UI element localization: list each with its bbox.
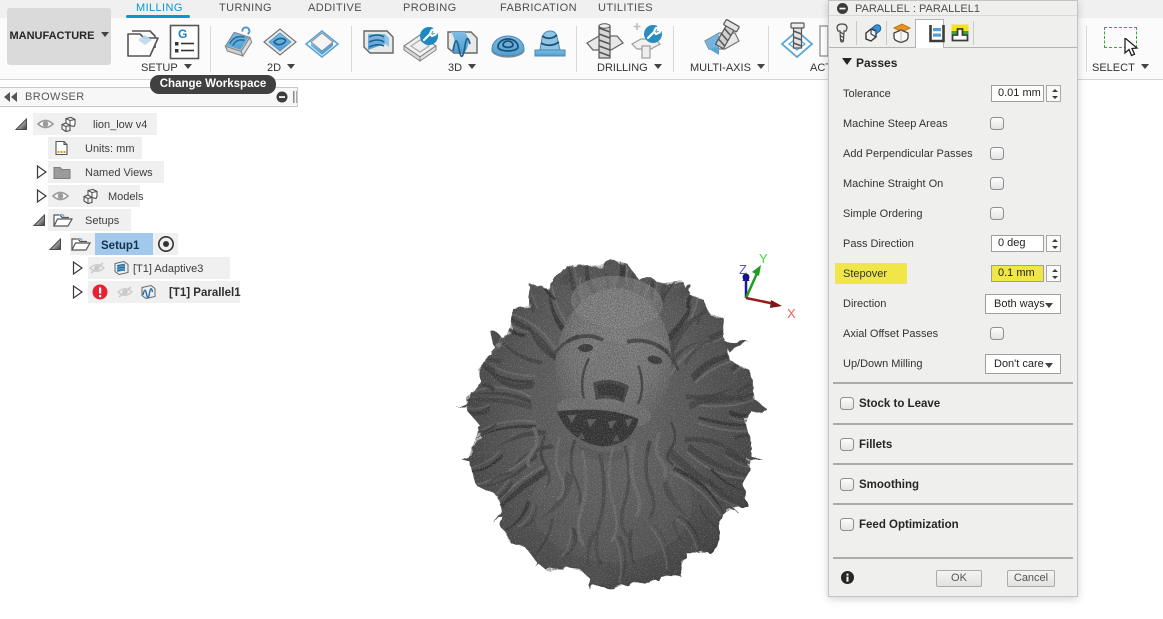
svg-text:Units: mm: Units: mm [85,143,135,155]
svg-text:Models: Models [108,191,144,203]
svg-text:X: X [787,306,796,321]
svg-text:Named Views: Named Views [85,167,153,179]
svg-text:Z: Z [739,262,747,277]
svg-text:Setups: Setups [85,215,120,227]
svg-text:Setup1: Setup1 [101,240,140,252]
svg-text:[T1] Adaptive3: [T1] Adaptive3 [133,263,203,275]
svg-text:lion_low v4: lion_low v4 [93,119,147,131]
svg-text:[T1] Parallel1: [T1] Parallel1 [169,287,241,299]
svg-text:Y: Y [759,251,768,266]
svg-text:G: G [178,27,187,41]
